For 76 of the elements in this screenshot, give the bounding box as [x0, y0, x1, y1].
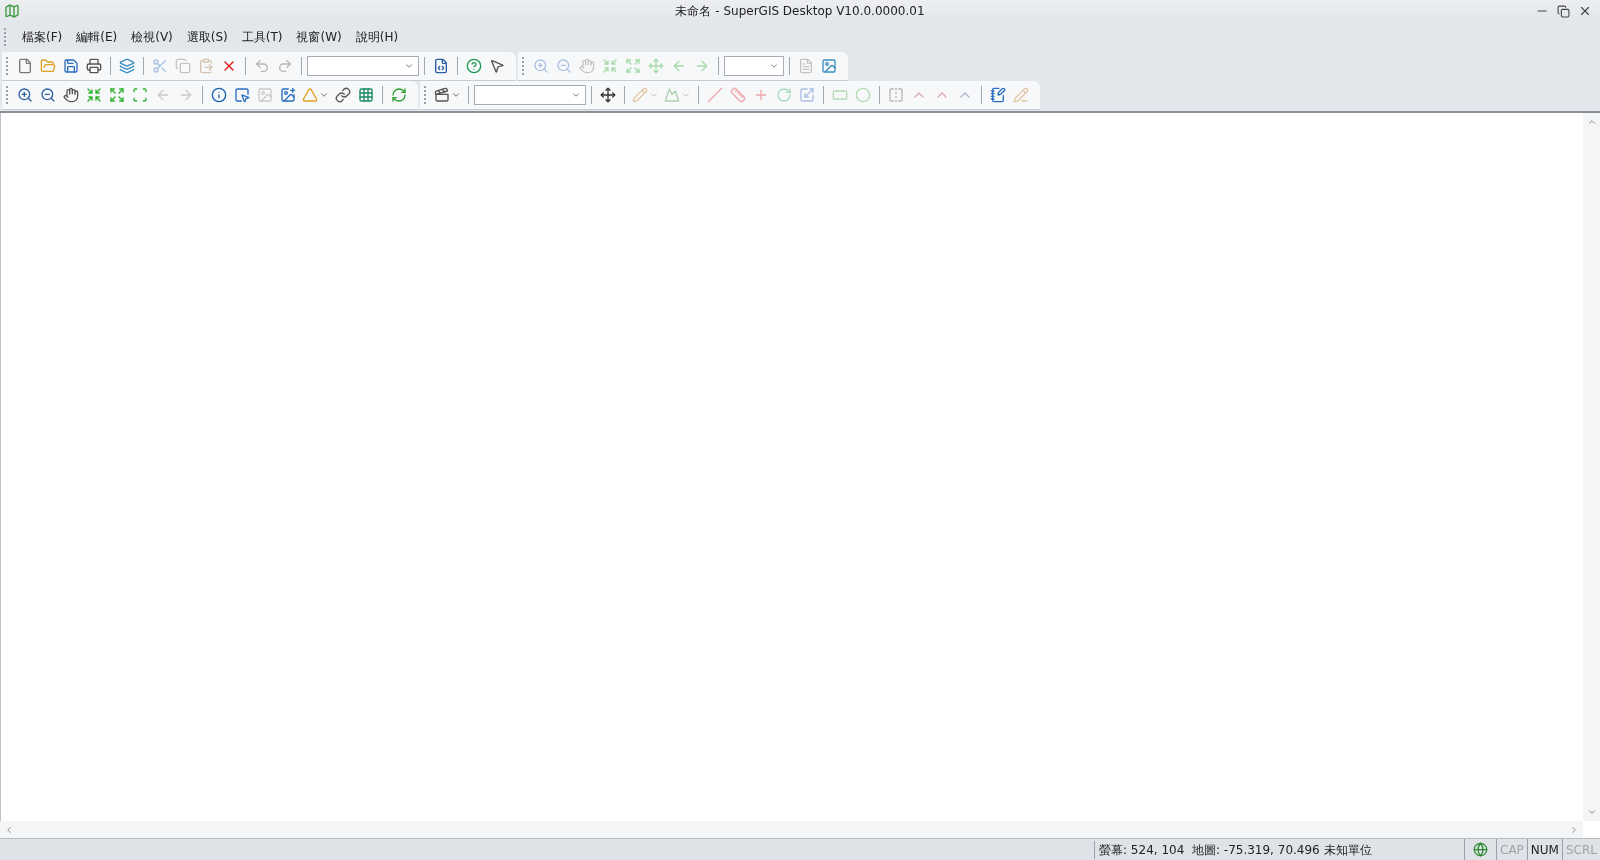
- back-icon: [155, 87, 171, 103]
- close-icon[interactable]: [1578, 4, 1592, 18]
- shrink-icon: [86, 87, 102, 103]
- menu-item[interactable]: 檔案(F): [15, 28, 70, 46]
- add-layer-icon: [119, 58, 135, 74]
- move-icon: [648, 58, 664, 74]
- forward-icon: [694, 58, 710, 74]
- menu-item[interactable]: 編輯(E): [69, 28, 125, 46]
- menu-item[interactable]: 選取(S): [179, 28, 235, 46]
- menu-item[interactable]: 說明(H): [348, 28, 406, 46]
- folder-icon: [40, 58, 56, 74]
- horizontal-scrollbar[interactable]: [0, 821, 1583, 838]
- grid-icon: [358, 87, 374, 103]
- combo-box[interactable]: [474, 85, 586, 105]
- app-icon: [4, 3, 20, 19]
- print-icon: [86, 58, 102, 74]
- shrink-icon: [602, 58, 618, 74]
- pencil-icon: [1013, 87, 1029, 103]
- combo-box[interactable]: [724, 56, 784, 76]
- restore-icon[interactable]: [1557, 4, 1570, 18]
- copy-icon: [175, 58, 191, 74]
- scroll-left-icon[interactable]: [4, 824, 14, 835]
- edit-tool-icon: [600, 87, 616, 103]
- menu-item[interactable]: 視窗(W): [289, 28, 349, 46]
- menu-item[interactable]: 檢視(V): [124, 28, 180, 46]
- zoom-out-icon: [40, 87, 56, 103]
- coordinates-text: 螢幕: 524, 104 地圖: -75.319, 70.496 未知單位: [1094, 840, 1464, 859]
- zoom-in-icon: [17, 87, 33, 103]
- paste-icon: [198, 58, 214, 74]
- select-icon: [234, 87, 250, 103]
- toolbar-grip[interactable]: [6, 57, 9, 75]
- undo-icon: [254, 58, 270, 74]
- rectangle-icon: [832, 87, 848, 103]
- menu-item[interactable]: 工具(T): [234, 28, 290, 46]
- image-icon: [821, 58, 837, 74]
- expand-icon: [109, 87, 125, 103]
- pencil-icon: [632, 87, 648, 103]
- link-icon: [335, 87, 351, 103]
- scroll-right-icon[interactable]: [1569, 824, 1579, 835]
- new-file-icon: [17, 58, 33, 74]
- full-extent-icon: [132, 87, 148, 103]
- combo-box[interactable]: [307, 56, 419, 76]
- image-icon: [280, 87, 296, 103]
- toolbar-grip[interactable]: [6, 86, 9, 104]
- key-indicator: NUM: [1526, 839, 1562, 860]
- zoom-out-icon: [556, 58, 572, 74]
- pan-icon: [579, 58, 595, 74]
- circle-icon: [855, 87, 871, 103]
- vertical-scrollbar[interactable]: [1583, 113, 1600, 821]
- menu-grip: [4, 28, 7, 46]
- image-icon: [257, 87, 273, 103]
- forward-icon: [178, 87, 194, 103]
- info-icon: [211, 87, 227, 103]
- save-icon: [63, 58, 79, 74]
- toolbar-grip[interactable]: [424, 86, 427, 104]
- cut-icon: [152, 58, 168, 74]
- zoom-in-icon: [533, 58, 549, 74]
- clapperboard-icon: [434, 87, 450, 103]
- page-icon: [798, 58, 814, 74]
- key-indicator: CAP: [1496, 839, 1527, 860]
- refresh-icon: [391, 87, 407, 103]
- toolbar-grip[interactable]: [522, 57, 525, 75]
- cross-icon: [753, 87, 769, 103]
- rotate-icon: [776, 87, 792, 103]
- scroll-up-icon[interactable]: [1586, 117, 1597, 127]
- expand-icon: [625, 58, 641, 74]
- back-icon: [671, 58, 687, 74]
- scale-icon: [799, 87, 815, 103]
- globe-icon: [1473, 842, 1488, 857]
- key-indicator: SCRL: [1561, 839, 1600, 860]
- redo-icon: [277, 58, 293, 74]
- scroll-down-icon[interactable]: [1586, 807, 1597, 817]
- pan-icon: [63, 87, 79, 103]
- line-icon: [707, 87, 723, 103]
- help-icon: [466, 58, 482, 74]
- window-title: 未命名 - SuperGIS Desktop V10.0.0000.01: [675, 3, 925, 20]
